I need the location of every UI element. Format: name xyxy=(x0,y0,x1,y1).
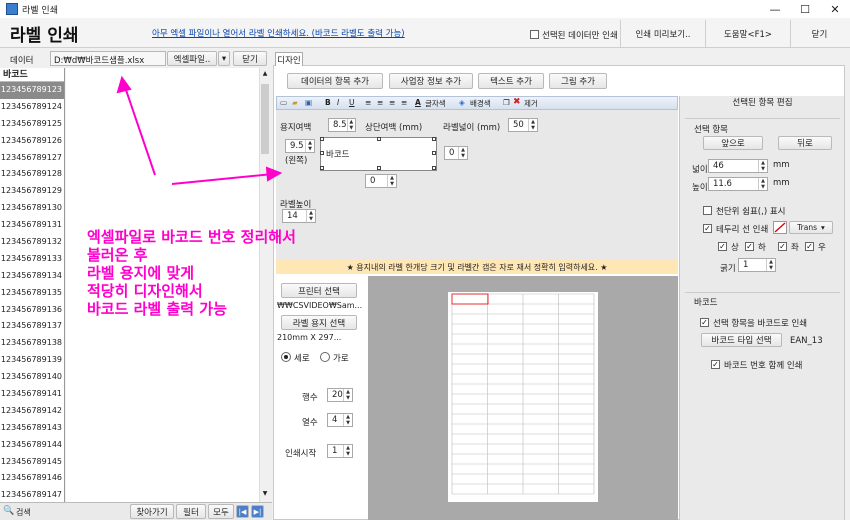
annotation-line: 바코드 라벨 출력 가능 xyxy=(87,300,227,318)
annotation-arrow-right xyxy=(171,173,274,185)
arrow-head xyxy=(116,75,132,94)
annotation-line: 불러온 후 xyxy=(87,246,148,264)
arrow-head xyxy=(265,166,283,182)
annotation-line: 라벨 용지에 맞게 xyxy=(87,264,195,282)
annotation-text: 엑셀파일로 바코드 번호 정리해서 불러온 후 라벨 용지에 맞게 적당히 디자… xyxy=(87,228,296,318)
annotation-line: 엑셀파일로 바코드 번호 정리해서 xyxy=(87,228,296,246)
annotation-arrow-up xyxy=(123,83,156,176)
annotation-line: 적당히 디자인해서 xyxy=(87,282,203,300)
